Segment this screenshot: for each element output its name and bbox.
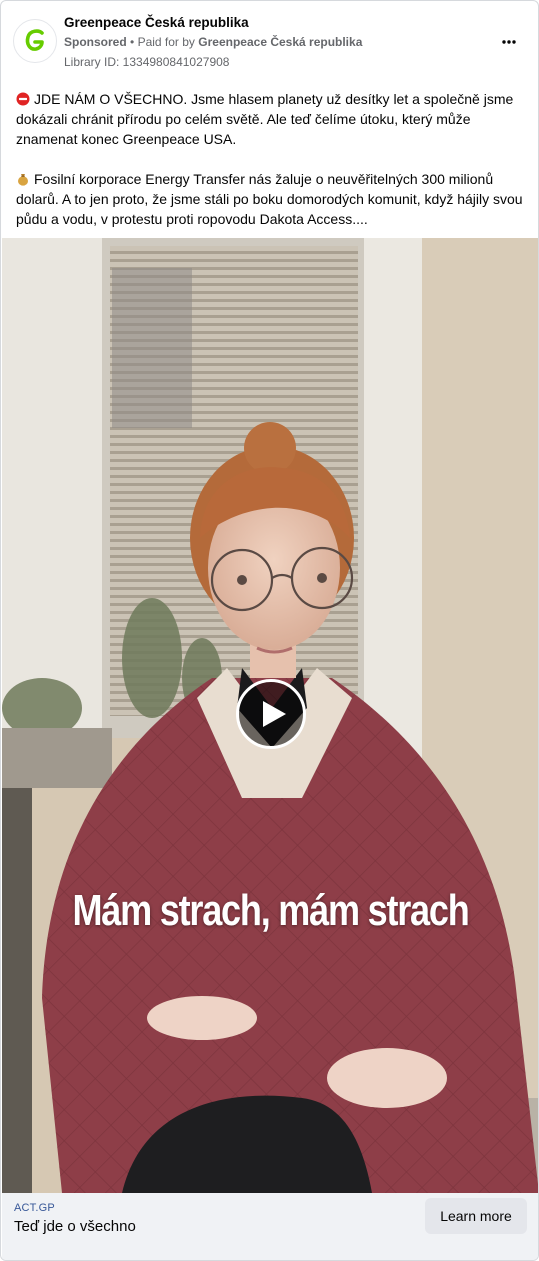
post-text: JDE NÁM O VŠECHNO. Jsme hlasem planety u… bbox=[16, 89, 531, 229]
more-options-button[interactable] bbox=[496, 29, 522, 55]
sponsored-line: Sponsored • Paid for by Greenpeace Česká… bbox=[64, 35, 362, 49]
link-title[interactable]: Teď jde o všechno bbox=[14, 1218, 136, 1235]
learn-more-button[interactable]: Learn more bbox=[425, 1198, 527, 1234]
paragraph-1-text: JDE NÁM O VŠECHNO. Jsme hlasem planety u… bbox=[16, 91, 514, 147]
greenpeace-g-logo-icon bbox=[25, 29, 44, 51]
link-domain[interactable]: ACT.GP bbox=[14, 1202, 55, 1214]
paragraph-2-text: Fosilní korporace Energy Transfer nás ža… bbox=[16, 171, 523, 227]
paid-for-prefix: Paid for by bbox=[137, 35, 195, 49]
money-bag-emoji-icon bbox=[18, 174, 28, 186]
no-entry-emoji-icon bbox=[16, 92, 30, 106]
avatar[interactable] bbox=[13, 19, 57, 63]
post-paragraph-1: JDE NÁM O VŠECHNO. Jsme hlasem planety u… bbox=[16, 89, 531, 149]
more-horizontal-icon bbox=[502, 40, 516, 44]
separator-dot: • bbox=[130, 35, 138, 49]
ad-header: Greenpeace Česká republika Sponsored • P… bbox=[1, 1, 538, 81]
library-id: Library ID: 1334980841027908 bbox=[64, 55, 230, 69]
ad-card: Greenpeace Česká republika Sponsored • P… bbox=[0, 0, 539, 1261]
video-caption: Mám strach, mám strach bbox=[72, 886, 469, 935]
page-name-link[interactable]: Greenpeace Česká republika bbox=[64, 15, 249, 30]
sponsored-label: Sponsored bbox=[64, 35, 127, 49]
play-icon bbox=[262, 701, 286, 727]
play-button[interactable] bbox=[236, 679, 306, 749]
post-paragraph-2: Fosilní korporace Energy Transfer nás ža… bbox=[16, 169, 531, 229]
video-media[interactable]: Mám strach, mám strach bbox=[2, 238, 538, 1193]
paid-for-name: Greenpeace Česká republika bbox=[198, 35, 363, 49]
cta-footer[interactable]: ACT.GP Teď jde o všechno Learn more bbox=[2, 1193, 538, 1260]
